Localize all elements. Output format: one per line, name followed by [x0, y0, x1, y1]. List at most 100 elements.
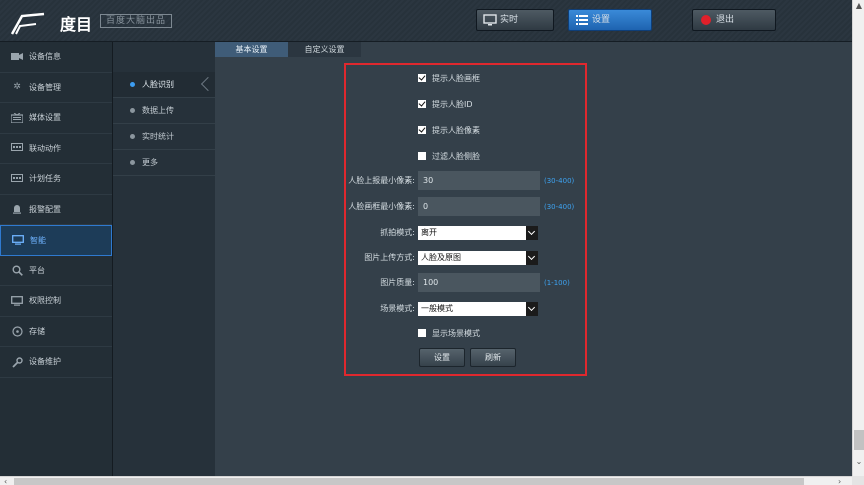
sidebar-item-schedule[interactable]: 计划任务	[0, 164, 112, 195]
sidebar-item-label: 联动动作	[29, 143, 61, 153]
link-icon	[10, 143, 24, 153]
checkbox-row-show-face-id[interactable]: 提示人脸ID	[346, 94, 585, 114]
horizontal-scrollbar[interactable]: ‹ ›	[0, 476, 852, 485]
upload-mode-label: 图片上传方式:	[364, 253, 415, 262]
sidebar-item-linkage[interactable]: 联动动作	[0, 134, 112, 164]
checkbox-label: 显示场景模式	[432, 328, 480, 338]
min-upload-pixels-range: (30-400)	[544, 177, 575, 185]
media-icon	[10, 112, 24, 124]
monitor-icon	[10, 295, 24, 306]
refresh-button[interactable]: 刷新	[470, 348, 516, 367]
bullet-icon	[130, 108, 135, 113]
sidebar-item-storage[interactable]: 存储	[0, 317, 112, 347]
horizontal-scroll-thumb[interactable]	[14, 478, 804, 485]
sidebar-item-permission[interactable]: 权限控制	[0, 286, 112, 317]
scroll-left-icon[interactable]: ‹	[4, 477, 7, 485]
vertical-scrollbar[interactable]: ▲ ⌄	[852, 0, 864, 476]
capture-mode-select[interactable]: 离开	[418, 226, 538, 240]
image-quality-input[interactable]: 100	[418, 273, 540, 292]
upload-mode-select[interactable]: 人脸及原图	[418, 251, 538, 265]
settings-label: 设置	[592, 15, 611, 25]
chevron-down-icon	[526, 226, 538, 240]
tab-basic-settings[interactable]: 基本设置	[215, 42, 288, 57]
settings-button[interactable]: 设置	[568, 9, 652, 31]
form-actions: 设置 刷新	[346, 348, 585, 368]
sidebar-item-smart[interactable]: 智能	[0, 225, 112, 256]
sidebar-item-label: 媒体设置	[29, 113, 61, 123]
sidebar-item-device-info[interactable]: 设备信息	[0, 42, 112, 73]
scroll-up-icon[interactable]: ▲	[855, 2, 863, 10]
list-icon	[575, 14, 589, 26]
checkbox-row-show-face-pixels[interactable]: 提示人脸像素	[346, 120, 585, 140]
chevron-down-icon	[526, 251, 538, 265]
tab-bar: 基本设置 自定义设置	[215, 42, 361, 57]
vertical-scroll-thumb[interactable]	[854, 430, 864, 450]
logo-text: 度目	[60, 15, 93, 34]
face-settings-form: 提示人脸画框 提示人脸ID 提示人脸像素 过滤人脸侧脸 人脸上报最小像素: 30…	[344, 63, 587, 376]
tab-custom-settings[interactable]: 自定义设置	[288, 42, 361, 57]
sidebar: 设备信息 ✲ 设备管理 媒体设置 联动动作 计划任务 报警配置 智能 平台 权限…	[0, 42, 113, 476]
show-scene-mode-checkbox[interactable]	[418, 329, 426, 337]
upload-mode-value: 人脸及原图	[421, 253, 461, 262]
capture-mode-row: 抓拍模式: 离开	[346, 223, 585, 243]
logo-slogan: 百度大脑出品	[100, 14, 173, 28]
search-icon	[10, 265, 24, 277]
filter-side-face-checkbox[interactable]	[418, 152, 426, 160]
top-bar: 度目 百度大脑出品 实时 设置 退出	[0, 0, 852, 42]
set-button[interactable]: 设置	[419, 348, 465, 367]
main-content: 基本设置 自定义设置 提示人脸画框 提示人脸ID 提示人脸像素 过滤人脸侧脸 人…	[215, 42, 852, 476]
sidebar-item-label: 计划任务	[29, 174, 61, 184]
logout-button[interactable]: 退出	[692, 9, 776, 31]
subnav-item-more[interactable]: 更多	[113, 150, 215, 176]
scroll-right-icon[interactable]: ›	[838, 477, 841, 485]
chevron-down-icon	[526, 302, 538, 316]
checkbox-label: 提示人脸ID	[432, 99, 473, 109]
scene-mode-select[interactable]: 一般模式	[418, 302, 538, 316]
subnav-item-data-upload[interactable]: 数据上传	[113, 98, 215, 124]
upload-mode-row: 图片上传方式: 人脸及原图	[346, 248, 585, 268]
sidebar-item-label: 报警配置	[29, 204, 61, 214]
subnav-item-label: 人脸识别	[142, 80, 174, 89]
app-window: 度目 百度大脑出品 实时 设置 退出 设备信息 ✲ 设备管理 媒体设置 联动动作…	[0, 0, 864, 485]
live-view-label: 实时	[500, 15, 519, 25]
sidebar-item-label: 权限控制	[29, 296, 61, 306]
show-face-pixels-checkbox[interactable]	[418, 126, 426, 134]
sidebar-item-maintenance[interactable]: 设备维护	[0, 347, 112, 378]
min-box-pixels-row: 人脸画框最小像素: 0 (30-400)	[346, 197, 585, 217]
show-face-id-checkbox[interactable]	[418, 100, 426, 108]
min-box-pixels-input[interactable]: 0	[418, 197, 540, 216]
alarm-icon	[10, 204, 24, 214]
live-view-button[interactable]: 实时	[476, 9, 554, 31]
logout-label: 退出	[716, 15, 735, 25]
image-quality-range: (1-100)	[544, 279, 570, 287]
checkbox-row-filter-side-face[interactable]: 过滤人脸侧脸	[346, 146, 585, 166]
monitor-icon	[11, 235, 25, 245]
monitor-icon	[483, 14, 497, 26]
min-box-pixels-range: (30-400)	[544, 203, 575, 211]
subnav-item-face-recognition[interactable]: 人脸识别	[113, 72, 216, 98]
bullet-icon	[130, 134, 135, 139]
subnav-item-label: 更多	[142, 158, 158, 167]
sidebar-item-platform[interactable]: 平台	[0, 256, 112, 286]
calendar-icon	[10, 173, 24, 184]
storage-icon	[10, 326, 24, 337]
scrollbar-corner	[852, 476, 864, 485]
checkbox-row-show-scene-mode[interactable]: 显示场景模式	[346, 323, 585, 343]
scene-mode-value: 一般模式	[421, 304, 453, 313]
min-box-pixels-label: 人脸画框最小像素:	[348, 202, 415, 211]
scroll-down-icon[interactable]: ⌄	[855, 458, 863, 466]
sidebar-item-device-management[interactable]: ✲ 设备管理	[0, 73, 112, 103]
sidebar-item-label: 设备信息	[29, 52, 61, 62]
sidebar-item-alarm-config[interactable]: 报警配置	[0, 195, 112, 225]
sidebar-item-label: 平台	[29, 265, 45, 275]
subnav-item-realtime-stats[interactable]: 实时统计	[113, 124, 215, 150]
show-face-box-checkbox[interactable]	[418, 74, 426, 82]
image-quality-row: 图片质量: 100 (1-100)	[346, 273, 585, 293]
min-upload-pixels-input[interactable]: 30	[418, 171, 540, 190]
power-icon	[699, 14, 713, 26]
sidebar-item-media-settings[interactable]: 媒体设置	[0, 103, 112, 134]
checkbox-label: 提示人脸像素	[432, 125, 480, 135]
chevron-left-icon	[200, 76, 216, 92]
wrench-icon	[10, 357, 24, 368]
checkbox-row-show-face-box[interactable]: 提示人脸画框	[346, 68, 585, 88]
